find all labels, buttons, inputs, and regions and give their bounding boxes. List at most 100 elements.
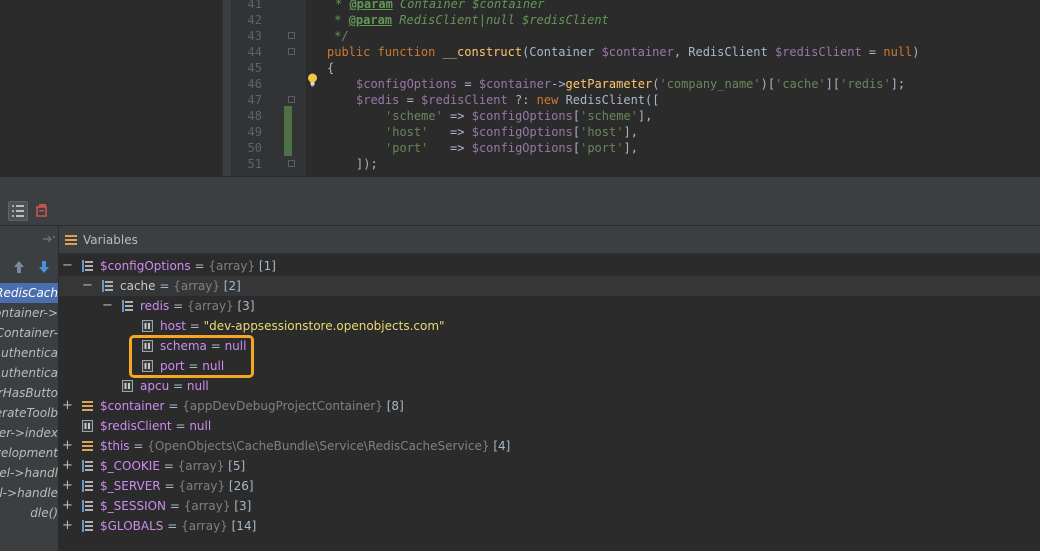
frame-item[interactable]: tAuthentica <box>0 343 58 363</box>
frame-item[interactable]: \Container- <box>0 323 58 343</box>
frames-view-button[interactable] <box>8 201 28 221</box>
array-icon <box>102 280 113 292</box>
expand-icon[interactable]: + <box>62 516 73 536</box>
variable-text: cache = {array} [2] <box>120 276 241 296</box>
variable-row[interactable]: − redis = {array} [3] <box>59 296 1040 316</box>
variable-equals: = <box>164 399 183 413</box>
variable-equals: = <box>129 439 148 453</box>
variable-row[interactable]: + $_COOKIE = {array} [5] <box>59 456 1040 476</box>
variable-row[interactable]: + $_SESSION = {array} [3] <box>59 496 1040 516</box>
collapse-icon[interactable]: − <box>82 276 93 296</box>
variable-name: $this <box>100 439 130 453</box>
variable-equals: = <box>169 379 187 393</box>
expand-icon[interactable]: + <box>62 436 73 456</box>
vcs-change-marker[interactable] <box>284 106 292 156</box>
array-icon <box>82 460 93 472</box>
array-icon <box>122 300 133 312</box>
variable-name: host <box>160 319 186 333</box>
expand-icon[interactable]: + <box>62 496 73 516</box>
arrow-up-icon[interactable] <box>13 260 25 274</box>
code-line-50: 'port' => $configOptions['port'], <box>385 141 638 155</box>
frame-item[interactable]: Container-> <box>0 303 58 323</box>
variable-type: {array} <box>178 479 226 493</box>
variable-row[interactable]: − cache = {array} [2] <box>59 276 1040 296</box>
editor-scroll-divider[interactable] <box>222 0 232 176</box>
code-line-46: $configOptions = $container->getParamete… <box>356 77 906 91</box>
frames-panel: RedisCach Container-> \Container- tAuthe… <box>0 226 59 551</box>
settings-arrow-icon[interactable] <box>42 234 56 244</box>
variable-text: schema = null <box>160 336 246 356</box>
variable-count: [4] <box>489 439 511 453</box>
variable-text: apcu = null <box>140 376 209 396</box>
variable-row[interactable]: schema = null <box>59 336 1040 356</box>
expand-icon[interactable]: + <box>62 396 73 416</box>
variable-row[interactable]: port = null <box>59 356 1040 376</box>
variable-type: {array} <box>173 279 220 293</box>
field-icon <box>142 360 153 372</box>
frames-header <box>0 226 58 254</box>
variable-value: "dev-appsessionstore.openobjects.com" <box>203 319 445 333</box>
fold-marker-icon[interactable] <box>288 48 295 55</box>
variable-type: {appDevDebugProjectContainer} <box>182 399 383 413</box>
line-number: 49 <box>247 125 262 139</box>
variable-text: $GLOBALS = {array} [14] <box>100 516 256 536</box>
debug-tool-window-strip <box>0 176 1040 196</box>
fold-marker-icon[interactable] <box>288 96 295 103</box>
variable-row[interactable]: + $this = {OpenObjects\CacheBundle\Servic… <box>59 436 1040 456</box>
variable-equals: = <box>206 339 225 353</box>
variable-equals: = <box>190 259 209 273</box>
frame-item[interactable]: el->handle <box>0 483 58 503</box>
variable-row[interactable]: − $configOptions = {array} [1] <box>59 256 1040 276</box>
frame-item[interactable]: nerateToolb <box>0 403 58 423</box>
editor-left-pane <box>0 0 222 176</box>
variable-row[interactable]: + $GLOBALS = {array} [14] <box>59 516 1040 536</box>
code-line-41: * @param Container $container <box>335 0 545 11</box>
variable-equals: = <box>163 519 182 533</box>
variable-count: [3] <box>230 499 252 513</box>
variable-count: [8] <box>382 399 404 413</box>
code-line-49: 'host' => $configOptions['host'], <box>385 125 638 139</box>
variable-text: $configOptions = {array} [1] <box>100 256 276 276</box>
variable-text: redis = {array} [3] <box>140 296 255 316</box>
variable-name: port <box>160 359 185 373</box>
line-number: 44 <box>247 45 262 59</box>
variable-row[interactable]: + $_SERVER = {array} [26] <box>59 476 1040 496</box>
frame-item[interactable]: dle() <box>0 503 58 523</box>
restore-layout-button[interactable] <box>33 201 53 221</box>
lightbulb-icon[interactable] <box>307 73 318 87</box>
variable-equals: = <box>169 299 187 313</box>
variable-row[interactable]: $redisClient = null <box>59 416 1040 436</box>
variable-text: $this = {OpenObjects\CacheBundle\Service… <box>100 436 510 456</box>
frame-item[interactable]: RedisCach <box>0 283 58 303</box>
editor-gutter: 41 42 43 44 45 46 47 48 49 50 51 <box>232 0 317 176</box>
arrow-down-icon[interactable] <box>38 260 50 274</box>
variable-row[interactable]: + $container = {appDevDebugProjectContain… <box>59 396 1040 416</box>
code-editor[interactable]: 41 42 43 44 45 46 47 48 49 50 51 * @para… <box>0 0 1040 176</box>
variable-name: $GLOBALS <box>100 519 164 533</box>
variable-text: $_SESSION = {array} [3] <box>100 496 251 516</box>
variable-name: $_COOKIE <box>100 459 160 473</box>
variable-name: $redisClient <box>100 419 172 433</box>
fold-marker-icon[interactable] <box>288 32 295 39</box>
variable-count: [5] <box>224 459 246 473</box>
variable-text: host = "dev-appsessionstore.openobjects.… <box>160 316 445 336</box>
line-number: 43 <box>247 29 262 43</box>
variable-row[interactable]: host = "dev-appsessionstore.openobjects.… <box>59 316 1040 336</box>
field-icon <box>122 380 133 392</box>
variable-count: [3] <box>233 299 255 313</box>
variable-row[interactable]: apcu = null <box>59 376 1040 396</box>
frame-item[interactable]: oller->index <box>0 423 58 443</box>
frame-item[interactable]: tAuthentica <box>0 363 58 383</box>
frame-item[interactable]: evelopment <box>0 443 58 463</box>
frame-item[interactable]: erHasButto <box>0 383 58 403</box>
frame-item[interactable]: nel->handl <box>0 463 58 483</box>
collapse-icon[interactable]: − <box>102 296 113 316</box>
code-line-42: * @param RedisClient|null $redisClient <box>327 13 609 27</box>
expand-icon[interactable]: + <box>62 456 73 476</box>
fold-marker-icon[interactable] <box>288 160 295 167</box>
object-icon <box>82 401 93 411</box>
expand-icon[interactable]: + <box>62 476 73 496</box>
variable-name: $configOptions <box>100 259 191 273</box>
collapse-icon[interactable]: − <box>62 256 73 276</box>
line-number: 46 <box>247 77 262 91</box>
